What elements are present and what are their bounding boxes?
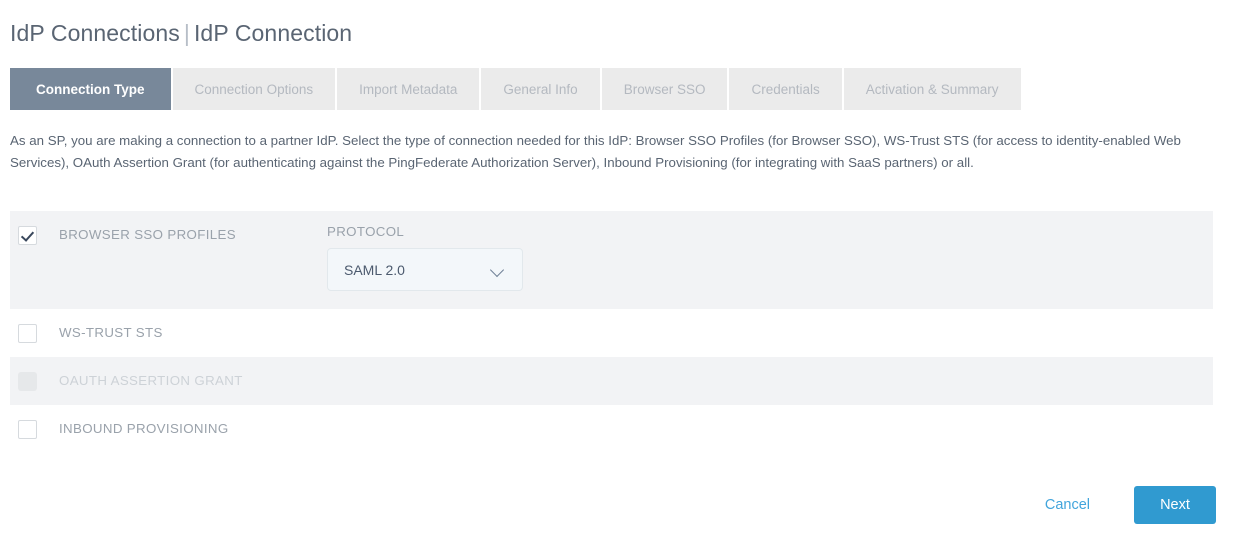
connection-type-options: BROWSER SSO PROFILES PROTOCOL SAML 2.0 W… — [10, 211, 1213, 453]
tab-activation-summary[interactable]: Activation & Summary — [843, 68, 1021, 110]
chevron-down-icon — [489, 262, 505, 278]
checkbox-inbound-provisioning[interactable] — [18, 420, 37, 439]
next-button[interactable]: Next — [1134, 486, 1216, 524]
option-label-browser-sso-profiles: BROWSER SSO PROFILES — [59, 227, 236, 242]
breadcrumb-parent: IdP Connections — [10, 20, 180, 46]
tab-label: Import Metadata — [359, 81, 458, 97]
tab-connection-options[interactable]: Connection Options — [172, 68, 336, 110]
tab-browser-sso[interactable]: Browser SSO — [601, 68, 728, 110]
tab-credentials[interactable]: Credentials — [729, 68, 842, 110]
cancel-button[interactable]: Cancel — [1045, 497, 1090, 513]
protocol-select[interactable]: SAML 2.0 — [327, 248, 523, 291]
tab-label: Credentials — [751, 81, 820, 97]
checkbox-browser-sso-profiles[interactable] — [18, 226, 37, 245]
tab-label: General Info — [503, 81, 578, 97]
wizard-tab-bar: Connection Type Connection Options Impor… — [10, 68, 1021, 110]
option-row-oauth-assertion-grant: OAUTH ASSERTION GRANT — [10, 357, 1213, 405]
option-row-ws-trust-sts: WS-TRUST STS — [10, 309, 1213, 357]
protocol-select-value: SAML 2.0 — [344, 261, 405, 278]
option-row-inbound-provisioning: INBOUND PROVISIONING — [10, 405, 1213, 453]
tab-label: Connection Type — [36, 81, 145, 97]
protocol-field: PROTOCOL SAML 2.0 — [327, 224, 523, 291]
option-label-inbound-provisioning: INBOUND PROVISIONING — [59, 421, 229, 436]
protocol-label: PROTOCOL — [327, 224, 405, 239]
tab-label: Activation & Summary — [865, 81, 999, 97]
tab-import-metadata[interactable]: Import Metadata — [337, 68, 480, 110]
option-row-browser-sso-profiles: BROWSER SSO PROFILES PROTOCOL SAML 2.0 — [10, 211, 1213, 309]
tab-label: Connection Options — [194, 81, 314, 97]
tab-connection-type[interactable]: Connection Type — [10, 68, 171, 110]
footer-actions: Cancel Next — [1045, 486, 1216, 524]
tab-label: Browser SSO — [623, 81, 706, 97]
page-description: As an SP, you are making a connection to… — [10, 133, 1181, 170]
option-label-oauth-assertion-grant: OAUTH ASSERTION GRANT — [59, 373, 243, 388]
option-label-ws-trust-sts: WS-TRUST STS — [59, 325, 163, 340]
page-title: IdP Connection — [193, 20, 353, 46]
connection-type-page: IdP Connections | IdP Connection Connectio… — [0, 0, 1242, 544]
breadcrumb: IdP Connections | IdP Connection — [10, 20, 352, 47]
checkbox-ws-trust-sts[interactable] — [18, 324, 37, 343]
breadcrumb-separator: | — [183, 20, 190, 46]
checkbox-oauth-assertion-grant — [18, 372, 37, 391]
tab-general-info[interactable]: General Info — [481, 68, 600, 110]
